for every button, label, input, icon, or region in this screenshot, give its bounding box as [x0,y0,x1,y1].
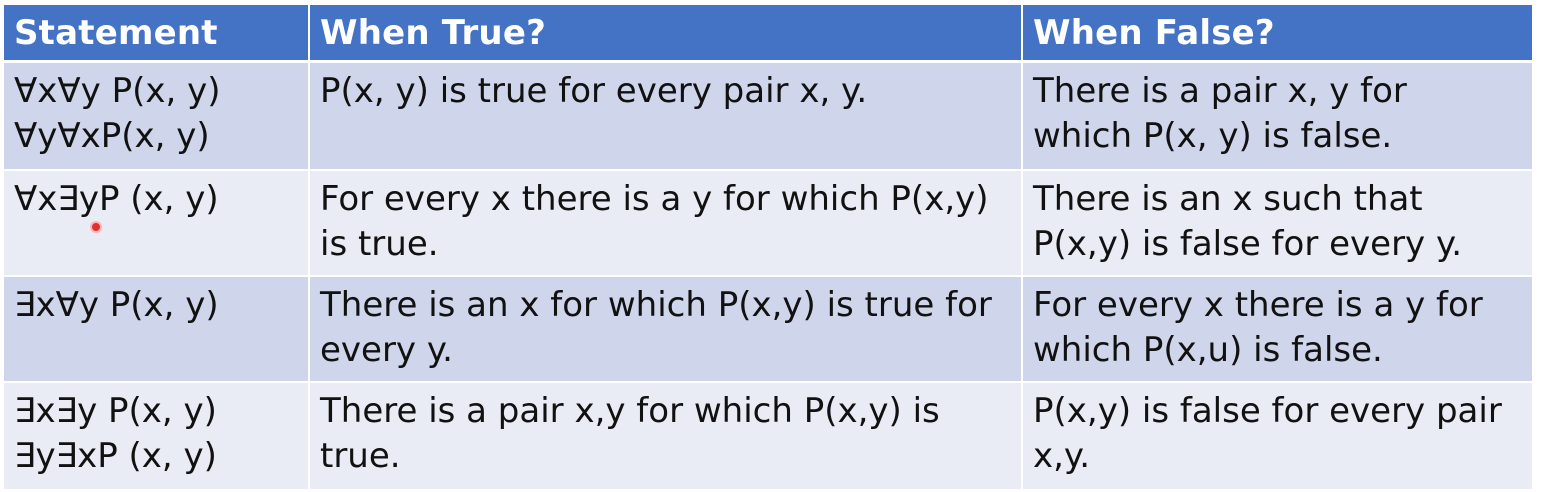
when-true-line: There is an x for which P(x,y) is true f… [320,285,992,325]
statement-line: ∀x∀y P(x, y) [14,71,221,111]
when-false-line: For every x there is a y for [1033,285,1483,325]
when-true-line: For every x there is a y for which P(x,y… [320,179,989,219]
table-row: ∀x∀y P(x, y) ∀y∀xP(x, y) P(x, y) is true… [4,61,1532,171]
when-true-line: P(x, y) is true for every pair x, y. [320,71,868,111]
statement-cell: ∃x∃y P(x, y) ∃y∃xP (x, y) [4,382,310,491]
statement-line: ∃x∃y P(x, y) [14,391,217,431]
statement-line: ∀x∃yP (x, y) [14,179,219,219]
quantifier-table: Statement When True? When False? ∀x∀y P(… [4,5,1532,491]
when-true-line: true. [320,436,401,476]
when-false-line: x,y. [1033,436,1091,476]
when-true-line: every y. [320,330,453,370]
when-false-line: which P(x,u) is false. [1033,330,1383,370]
when-false-cell: There is an x such that P(x,y) is false … [1022,170,1532,277]
header-when-false: When False? [1022,5,1532,63]
when-false-cell: For every x there is a y for which P(x,u… [1022,276,1532,383]
when-true-cell: There is an x for which P(x,y) is true f… [309,276,1023,383]
table-header-row: Statement When True? When False? [4,5,1532,63]
statement-cell: ∃x∀y P(x, y) [4,276,310,383]
statement-line: ∃x∀y P(x, y) [14,285,219,325]
statement-line: ∃y∃xP (x, y) [14,436,217,476]
when-false-line: P(x,y) is false for every y. [1033,224,1463,264]
when-true-line: There is a pair x,y for which P(x,y) is [320,391,940,431]
statement-cell: ∀x∀y P(x, y) ∀y∀xP(x, y) [4,61,310,171]
when-true-cell: For every x there is a y for which P(x,y… [309,170,1023,277]
statement-cell: ∀x∃yP (x, y) [4,170,310,277]
when-false-line: There is a pair x, y for [1033,71,1407,111]
pointer-cursor-icon [90,221,102,233]
when-false-cell: P(x,y) is false for every pair x,y. [1022,382,1532,491]
header-statement: Statement [4,5,310,63]
when-false-line: There is an x such that [1033,179,1423,219]
header-when-true: When True? [309,5,1023,63]
when-true-line: is true. [320,224,439,264]
when-true-cell: P(x, y) is true for every pair x, y. [309,61,1023,171]
when-false-line: which P(x, y) is false. [1033,116,1393,156]
when-false-cell: There is a pair x, y for which P(x, y) i… [1022,61,1532,171]
quantifier-table-container: Statement When True? When False? ∀x∀y P(… [4,5,1532,491]
table-row: ∃x∀y P(x, y) There is an x for which P(x… [4,276,1532,383]
table-row: ∀x∃yP (x, y) For every x there is a y fo… [4,170,1532,277]
table-row: ∃x∃y P(x, y) ∃y∃xP (x, y) There is a pai… [4,382,1532,491]
when-false-line: P(x,y) is false for every pair [1033,391,1502,431]
statement-line: ∀y∀xP(x, y) [14,116,210,156]
when-true-cell: There is a pair x,y for which P(x,y) is … [309,382,1023,491]
